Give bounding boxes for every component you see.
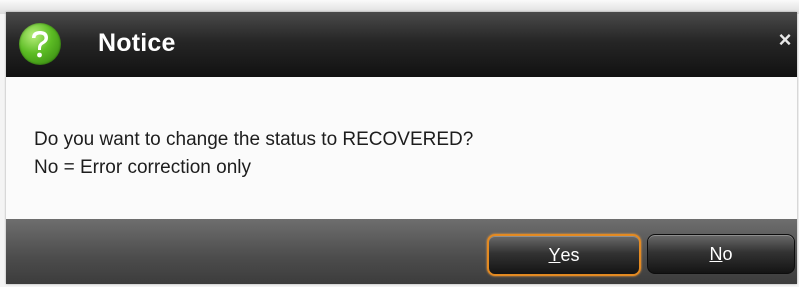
dialog-body: Do you want to change the status to RECO… [6,77,797,219]
question-help-icon [19,23,61,65]
question-mark-glyph [32,31,48,58]
dialog-titlebar: Notice × [6,12,797,78]
no-button[interactable]: No [647,234,795,274]
yes-button-mnemonic: Y [548,244,561,265]
notice-dialog: Notice × Do you want to change the statu… [6,12,797,284]
message-line-2: No = Error correction only [34,157,251,178]
dialog-title: Notice [98,29,176,57]
close-icon[interactable]: × [775,28,795,52]
yes-button-label-rest: es [560,244,580,265]
no-button-label-rest: o [722,243,733,264]
no-button-mnemonic: N [709,243,723,264]
screen: Notice × Do you want to change the statu… [0,0,799,287]
dialog-footer: Yes No [6,219,797,284]
yes-button[interactable]: Yes [487,234,641,276]
message-line-1: Do you want to change the status to RECO… [34,129,474,150]
